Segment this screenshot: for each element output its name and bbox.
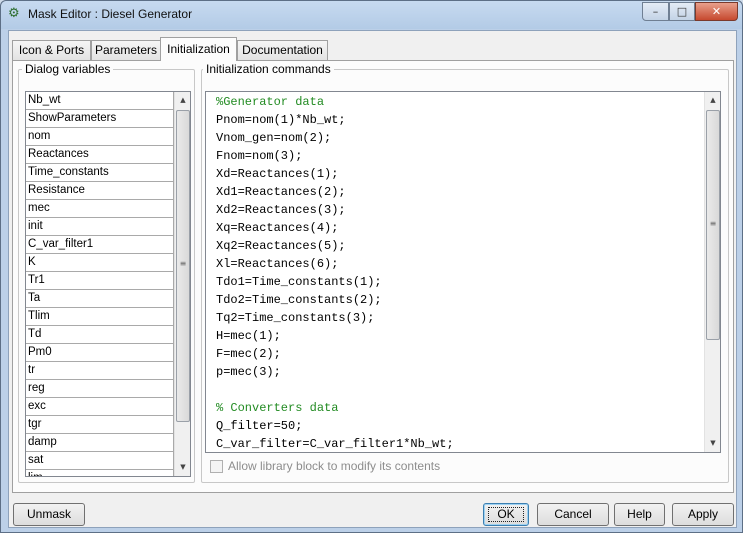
init-commands-lines: %Generator data Pnom=nom(1)*Nb_wt; Vnom_ge… xyxy=(216,93,702,452)
tab-parameters[interactable]: Parameters xyxy=(91,40,161,60)
scroll-up-arrow-icon[interactable]: ▲ xyxy=(705,92,720,109)
dialog-variable-item[interactable]: Time_constants xyxy=(26,164,174,182)
dialog-variables-header: Dialog variables xyxy=(22,62,114,76)
code-line: F=mec(2); xyxy=(216,347,281,361)
initialization-panel: Dialog variables Initialization commands… xyxy=(12,60,734,493)
variables-scrollbar[interactable]: ▲ ≡ ▼ xyxy=(174,92,190,476)
dialog-variable-item[interactable]: damp xyxy=(26,434,174,452)
dialog-variable-item[interactable]: Tlim xyxy=(26,308,174,326)
matlab-block-icon: ⚙ xyxy=(8,6,20,21)
dialog-variable-item[interactable]: Reactances xyxy=(26,146,174,164)
variables-scroll-thumb[interactable]: ≡ xyxy=(176,110,190,422)
dialog-variable-item[interactable]: sat xyxy=(26,452,174,470)
tab-icon-ports[interactable]: Icon & Ports xyxy=(12,40,91,60)
dialog-variable-item[interactable]: Ta xyxy=(26,290,174,308)
code-line: H=mec(1); xyxy=(216,329,281,343)
allow-library-checkbox[interactable] xyxy=(210,460,223,473)
code-line: Xq=Reactances(4); xyxy=(216,221,339,235)
mask-editor-window: ⚙ Mask Editor : Diesel Generator – □ ✕ I… xyxy=(0,0,743,533)
dialog-variable-item[interactable]: K xyxy=(26,254,174,272)
minimize-button[interactable]: – xyxy=(642,2,669,21)
tab-initialization[interactable]: Initialization xyxy=(160,37,237,61)
title-bar[interactable]: ⚙ Mask Editor : Diesel Generator – □ ✕ xyxy=(1,1,742,29)
cancel-button[interactable]: Cancel xyxy=(537,503,609,526)
close-button[interactable]: ✕ xyxy=(695,2,738,21)
dialog-variable-item[interactable]: C_var_filter1 xyxy=(26,236,174,254)
code-line: Q_filter=50; xyxy=(216,419,303,433)
dialog-variable-item[interactable]: lim xyxy=(26,470,174,476)
code-line: Tq2=Time_constants(3); xyxy=(216,311,375,325)
init-commands-editor[interactable]: %Generator data Pnom=nom(1)*Nb_wt; Vnom_ge… xyxy=(205,91,721,453)
code-line: Xd=Reactances(1); xyxy=(216,167,339,181)
code-line: Tdo1=Time_constants(1); xyxy=(216,275,382,289)
dialog-variable-item[interactable]: Resistance xyxy=(26,182,174,200)
scroll-up-arrow-icon[interactable]: ▲ xyxy=(175,92,190,109)
unmask-button[interactable]: Unmask xyxy=(13,503,85,526)
scroll-down-arrow-icon[interactable]: ▼ xyxy=(175,459,190,476)
code-line: Xl=Reactances(6); xyxy=(216,257,339,271)
code-line: Tdo2=Time_constants(2); xyxy=(216,293,382,307)
dialog-variable-item[interactable]: tr xyxy=(26,362,174,380)
code-line: Fnom=nom(3); xyxy=(216,149,303,163)
dialog-variable-item[interactable]: Nb_wt xyxy=(26,92,174,110)
scroll-down-arrow-icon[interactable]: ▼ xyxy=(705,435,720,452)
grip-icon: ≡ xyxy=(709,219,717,228)
dialog-variables-list[interactable]: Nb_wt ShowParameters nom Reactances Time_con… xyxy=(25,91,191,477)
tab-documentation[interactable]: Documentation xyxy=(237,40,328,60)
dialog-variable-item[interactable]: init xyxy=(26,218,174,236)
code-line: C_var_filter=C_var_filter1*Nb_wt; xyxy=(216,437,454,451)
dialog-variable-item[interactable]: reg xyxy=(26,380,174,398)
code-comment-line: % Converters data xyxy=(216,401,339,415)
grip-icon: ≡ xyxy=(179,259,187,268)
window-title: Mask Editor : Diesel Generator xyxy=(28,7,193,21)
code-line: Pnom=nom(1)*Nb_wt; xyxy=(216,113,346,127)
code-line: Xq2=Reactances(5); xyxy=(216,239,346,253)
dialog-body: Icon & Ports Parameters Initialization D… xyxy=(8,30,737,528)
focus-ring xyxy=(488,507,524,522)
init-commands-header: Initialization commands xyxy=(203,62,334,76)
dialog-variable-item[interactable]: tgr xyxy=(26,416,174,434)
allow-library-label: Allow library block to modify its conten… xyxy=(228,459,441,473)
maximize-button[interactable]: □ xyxy=(669,2,695,21)
dialog-variable-item[interactable]: ShowParameters xyxy=(26,110,174,128)
help-button[interactable]: Help xyxy=(614,503,665,526)
dialog-variable-item[interactable]: nom xyxy=(26,128,174,146)
code-comment-line: %Generator data xyxy=(216,95,325,109)
commands-scroll-thumb[interactable]: ≡ xyxy=(706,110,720,340)
dialog-variable-item[interactable]: Pm0 xyxy=(26,344,174,362)
code-line: Xd1=Reactances(2); xyxy=(216,185,346,199)
apply-button[interactable]: Apply xyxy=(672,503,734,526)
dialog-variable-item[interactable]: exc xyxy=(26,398,174,416)
code-line: p=mec(3); xyxy=(216,365,281,379)
ok-button[interactable]: OK xyxy=(483,503,529,526)
dialog-variable-item[interactable]: Td xyxy=(26,326,174,344)
commands-scrollbar[interactable]: ▲ ≡ ▼ xyxy=(704,92,720,452)
dialog-variables-rows: Nb_wt ShowParameters nom Reactances Time_con… xyxy=(26,92,174,476)
dialog-variable-item[interactable]: mec xyxy=(26,200,174,218)
code-line: Xd2=Reactances(3); xyxy=(216,203,346,217)
dialog-variable-item[interactable]: Tr1 xyxy=(26,272,174,290)
code-line: Vnom_gen=nom(2); xyxy=(216,131,332,145)
